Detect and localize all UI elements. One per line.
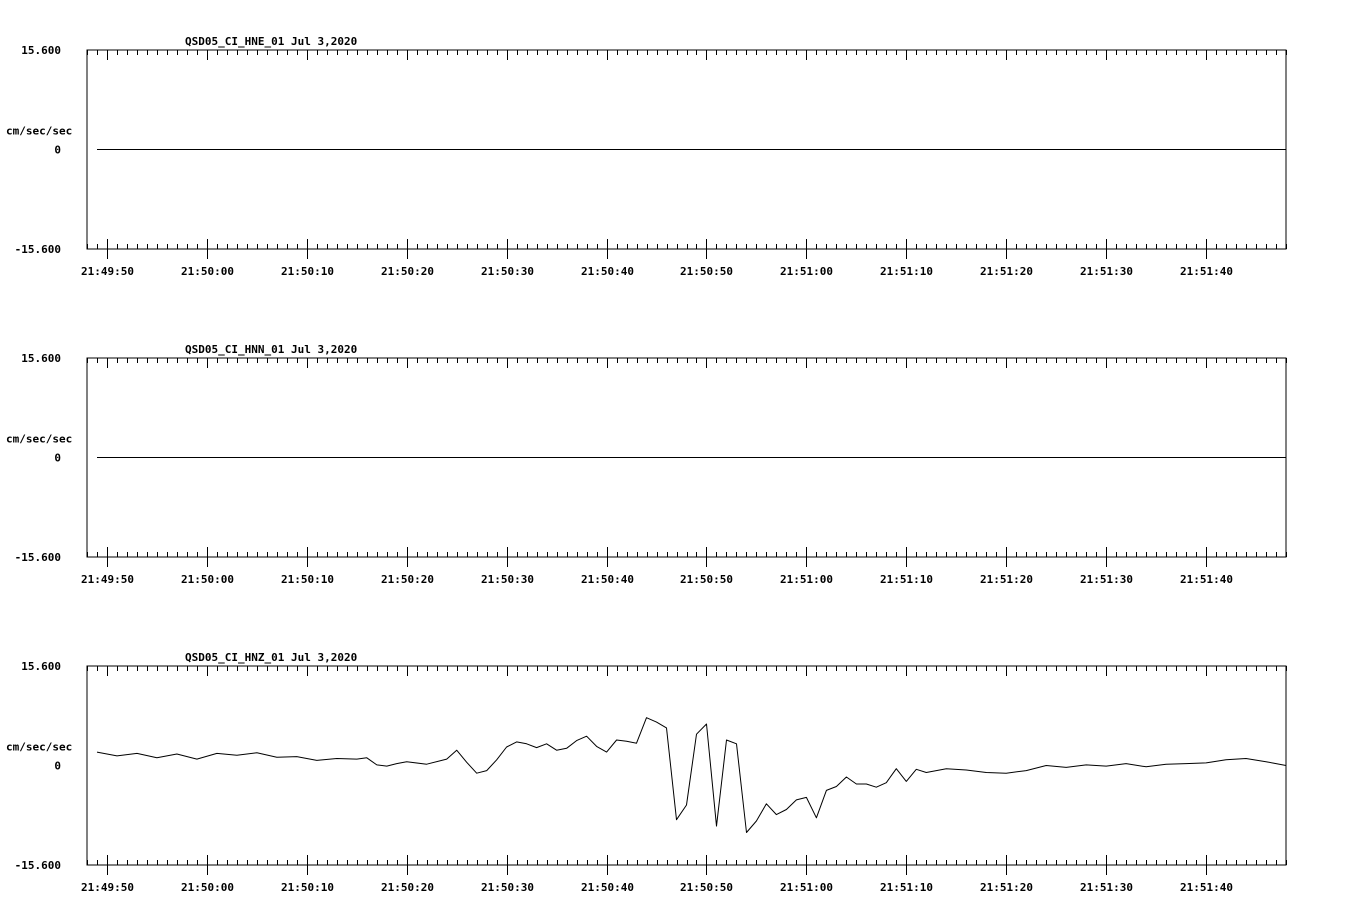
x-tick-label: 21:49:50 bbox=[81, 573, 134, 586]
x-tick-label: 21:50:20 bbox=[381, 881, 434, 894]
x-tick-label: 21:50:20 bbox=[381, 265, 434, 278]
x-tick-label: 21:49:50 bbox=[81, 881, 134, 894]
x-tick-label: 21:49:50 bbox=[81, 265, 134, 278]
y-tick-label: 15.600 bbox=[21, 352, 61, 365]
x-tick-label: 21:50:00 bbox=[181, 265, 234, 278]
x-tick-label: 21:51:40 bbox=[1180, 881, 1233, 894]
x-tick-label: 21:51:00 bbox=[780, 881, 833, 894]
panel-title: QSD05_CI_HNE_01 Jul 3,2020 bbox=[185, 35, 357, 48]
x-tick-label: 21:50:50 bbox=[680, 265, 733, 278]
y-axis-label: cm/sec/sec bbox=[6, 433, 72, 446]
x-tick-label: 21:50:30 bbox=[481, 881, 534, 894]
y-axis-label: cm/sec/sec bbox=[6, 125, 72, 138]
x-tick-label: 21:50:40 bbox=[581, 265, 634, 278]
y-tick-label: -15.600 bbox=[15, 859, 61, 872]
x-tick-label: 21:51:20 bbox=[980, 881, 1033, 894]
seismogram-figure: QSD05_CI_HNE_01 Jul 3,2020 cm/sec/sec 15.6… bbox=[6, 35, 1287, 894]
y-tick-label: 0 bbox=[54, 760, 61, 773]
x-tick-label: 21:51:40 bbox=[1180, 265, 1233, 278]
x-tick-label: 21:50:10 bbox=[281, 265, 334, 278]
x-tick-label: 21:51:30 bbox=[1080, 573, 1133, 586]
x-tick-label: 21:50:30 bbox=[481, 265, 534, 278]
y-tick-label: 15.600 bbox=[21, 44, 61, 57]
x-tick-label: 21:50:10 bbox=[281, 881, 334, 894]
panel-title: QSD05_CI_HNZ_01 Jul 3,2020 bbox=[185, 651, 357, 664]
x-tick-label: 21:50:30 bbox=[481, 573, 534, 586]
x-tick-label: 21:51:30 bbox=[1080, 881, 1133, 894]
x-tick-label: 21:51:30 bbox=[1080, 265, 1133, 278]
x-tick-label: 21:50:10 bbox=[281, 573, 334, 586]
x-tick-label: 21:50:40 bbox=[581, 573, 634, 586]
x-tick-label: 21:50:00 bbox=[181, 573, 234, 586]
x-tick-label: 21:51:10 bbox=[880, 881, 933, 894]
x-tick-label: 21:51:00 bbox=[780, 265, 833, 278]
x-tick-label: 21:51:00 bbox=[780, 573, 833, 586]
x-tick-label: 21:51:20 bbox=[980, 265, 1033, 278]
x-tick-label: 21:50:40 bbox=[581, 881, 634, 894]
x-tick-label: 21:50:50 bbox=[680, 881, 733, 894]
x-tick-label: 21:51:10 bbox=[880, 265, 933, 278]
x-tick-label: 21:50:00 bbox=[181, 881, 234, 894]
seismogram-panel: QSD05_CI_HNN_01 Jul 3,2020 cm/sec/sec 15.6… bbox=[6, 343, 1287, 586]
seismogram-panel: QSD05_CI_HNE_01 Jul 3,2020 cm/sec/sec 15.6… bbox=[6, 35, 1287, 278]
x-tick-label: 21:51:10 bbox=[880, 573, 933, 586]
y-tick-label: -15.600 bbox=[15, 551, 61, 564]
x-tick-label: 21:51:40 bbox=[1180, 573, 1233, 586]
y-tick-label: 15.600 bbox=[21, 660, 61, 673]
plot-frame bbox=[86, 665, 1287, 866]
y-tick-label: 0 bbox=[54, 452, 61, 465]
panel-title: QSD05_CI_HNN_01 Jul 3,2020 bbox=[185, 343, 357, 356]
x-tick-label: 21:50:50 bbox=[680, 573, 733, 586]
x-tick-label: 21:51:20 bbox=[980, 573, 1033, 586]
series-line bbox=[96, 717, 1287, 833]
seismogram-panel: QSD05_CI_HNZ_01 Jul 3,2020 cm/sec/sec 15.6… bbox=[6, 651, 1287, 894]
y-tick-label: -15.600 bbox=[15, 243, 61, 256]
x-tick-label: 21:50:20 bbox=[381, 573, 434, 586]
y-axis-label: cm/sec/sec bbox=[6, 741, 72, 754]
x-axis-ticks bbox=[87, 666, 1287, 865]
y-tick-label: 0 bbox=[54, 144, 61, 157]
